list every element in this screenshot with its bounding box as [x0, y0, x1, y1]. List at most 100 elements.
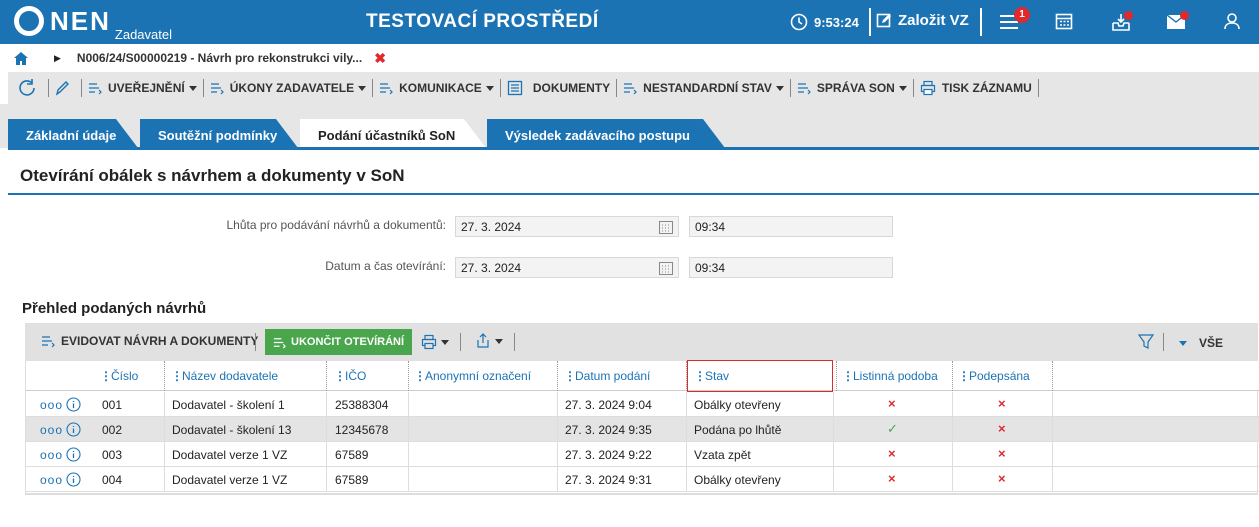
- tab-label: Soutěžní podmínky: [158, 128, 278, 143]
- col-label: IČO: [345, 369, 367, 383]
- calendar-picker-icon[interactable]: [659, 261, 673, 275]
- table-row[interactable]: ooo 003 Dodavatel verze 1 VZ 67589 27. 3…: [26, 442, 1259, 467]
- col-header-ico[interactable]: ⋮IČO: [334, 361, 366, 391]
- cell-divider: [1052, 442, 1053, 467]
- register-submission-button[interactable]: EVIDOVAT NÁVRH A DOKUMENTY: [35, 334, 264, 348]
- edit-button[interactable]: [49, 80, 81, 96]
- section-title: Otevírání obálek s návrhem a dokumenty v…: [20, 166, 405, 185]
- nonstandard-state-menu[interactable]: NESTANDARDNÍ STAV: [617, 81, 790, 95]
- caret-down-icon: [188, 85, 197, 91]
- signed-no-icon: ×: [998, 446, 1006, 461]
- print-record-button[interactable]: TISK ZÁZNAMU: [914, 80, 1038, 96]
- info-icon[interactable]: [66, 422, 81, 437]
- col-header-supplier[interactable]: ⋮Název dodavatele: [171, 361, 278, 391]
- tab-procedure-result[interactable]: Výsledek zadávacího postupu: [487, 119, 725, 148]
- table-row[interactable]: ooo 004 Dodavatel verze 1 VZ 67589 27. 3…: [26, 467, 1259, 492]
- create-vz-button[interactable]: Založit VZ: [876, 12, 969, 29]
- deadline-date-field[interactable]: 27. 3. 2024: [455, 216, 679, 237]
- info-icon[interactable]: [66, 472, 81, 487]
- cell-date: 27. 3. 2024 9:22: [565, 448, 652, 462]
- filter-icon[interactable]: [1138, 334, 1154, 350]
- table-row[interactable]: ooo 001 Dodavatel - školení 1 25388304 2…: [26, 392, 1259, 417]
- col-header-date[interactable]: ⋮Datum podání: [564, 361, 650, 391]
- user-icon[interactable]: [1224, 12, 1240, 30]
- document-icon: [507, 80, 522, 96]
- column-grip-icon[interactable]: ⋮: [334, 369, 346, 383]
- row-more-icon[interactable]: ooo: [40, 392, 63, 417]
- print-menu[interactable]: [421, 334, 449, 350]
- cell-divider: [164, 467, 165, 492]
- column-grip-icon[interactable]: ⋮: [414, 369, 426, 383]
- column-divider: [326, 361, 327, 391]
- communication-menu[interactable]: KOMUNIKACE: [373, 81, 500, 95]
- breadcrumb: ▶ N006/24/S00000219 - Návrh pro rekonstr…: [0, 44, 1259, 72]
- cell-divider: [1052, 417, 1053, 442]
- col-header-paper[interactable]: ⋮Listinná podoba: [842, 361, 938, 391]
- tab-basic-info[interactable]: Základní údaje: [8, 119, 138, 148]
- table-row[interactable]: ooo 002 Dodavatel - školení 13 12345678 …: [26, 417, 1259, 442]
- edit-box-icon: [876, 13, 891, 28]
- tab-competition-terms[interactable]: Soutěžní podmínky: [140, 119, 298, 148]
- caret-down-icon: [1179, 340, 1187, 346]
- finish-opening-button[interactable]: UKONČIT OTEVÍRÁNÍ: [265, 329, 413, 355]
- column-grip-icon[interactable]: ⋮: [100, 369, 112, 383]
- column-grip-icon[interactable]: ⋮: [564, 369, 576, 383]
- cell-number: 002: [102, 423, 123, 437]
- column-grip-icon[interactable]: ⋮: [842, 369, 854, 383]
- col-header-status[interactable]: ⋮Stav: [687, 360, 833, 392]
- toolbar-separator: [1163, 333, 1164, 351]
- cell-status: Vzata zpět: [694, 448, 751, 462]
- calendar-icon[interactable]: [1055, 12, 1073, 30]
- home-icon[interactable]: [14, 51, 28, 65]
- close-icon[interactable]: ✖: [374, 50, 386, 67]
- nen-logo[interactable]: NEN Zadavatel: [14, 6, 172, 42]
- paper-no-icon: ×: [888, 396, 896, 411]
- info-icon[interactable]: [66, 397, 81, 412]
- row-more-icon[interactable]: ooo: [40, 417, 63, 442]
- caret-down-icon: [775, 85, 784, 91]
- finish-label: UKONČIT OTEVÍRÁNÍ: [291, 336, 405, 348]
- cell-divider: [408, 442, 409, 467]
- row-more-icon[interactable]: ooo: [40, 467, 63, 492]
- cell-divider: [833, 467, 834, 492]
- col-header-signed[interactable]: ⋮Podepsána: [958, 361, 1030, 391]
- deadline-time-value: 09:34: [695, 220, 726, 234]
- caret-down-icon: [441, 339, 449, 345]
- actions-menu[interactable]: ÚKONY ZADAVATELE: [204, 81, 372, 95]
- table-toolbar: EVIDOVAT NÁVRH A DOKUMENTY UKONČIT OTEVÍ…: [25, 323, 1258, 361]
- refresh-button[interactable]: [8, 79, 48, 97]
- breadcrumb-path[interactable]: N006/24/S00000219 - Návrh pro rekonstruk…: [77, 51, 362, 65]
- cell-divider: [1052, 392, 1053, 417]
- export-menu[interactable]: [475, 333, 503, 349]
- filter-all-label: VŠE: [1199, 336, 1224, 350]
- col-label: Číslo: [111, 369, 139, 383]
- filter-all-dropdown[interactable]: VŠE: [1179, 336, 1223, 350]
- tab-bar: Základní údaje Soutěžní podmínky Podání …: [0, 104, 1259, 148]
- column-grip-icon[interactable]: ⋮: [171, 369, 183, 383]
- deadline-time-field[interactable]: 09:34: [689, 216, 893, 237]
- inbox-alert-dot: [1124, 11, 1133, 20]
- col-header-anonymous[interactable]: ⋮Anonymní označení: [414, 361, 531, 391]
- calendar-picker-icon[interactable]: [659, 220, 673, 234]
- cell-ico: 25388304: [335, 398, 389, 412]
- col-label: Podepsána: [969, 369, 1030, 383]
- column-grip-icon[interactable]: ⋮: [694, 369, 706, 383]
- column-grip-icon[interactable]: ⋮: [958, 369, 970, 383]
- communication-label: KOMUNIKACE: [399, 81, 482, 95]
- documents-button[interactable]: DOKUMENTY: [501, 80, 616, 96]
- son-admin-menu[interactable]: SPRÁVA SON: [791, 81, 913, 95]
- info-icon[interactable]: [66, 447, 81, 462]
- list-filter-icon: [89, 83, 102, 95]
- list-filter-icon: [624, 83, 638, 95]
- opening-date-field[interactable]: 27. 3. 2024: [455, 257, 679, 278]
- col-label: Anonymní označení: [425, 369, 532, 383]
- publish-menu[interactable]: UVEŘEJNĚNÍ: [82, 81, 203, 95]
- cell-divider: [686, 467, 687, 492]
- row-more-icon[interactable]: ooo: [40, 442, 63, 467]
- col-header-number[interactable]: ⋮Číslo: [100, 361, 138, 391]
- logo-circle-icon: [14, 6, 44, 36]
- toolbar-separator: [1037, 79, 1039, 97]
- tab-submissions[interactable]: Podání účastníků SoN: [300, 119, 486, 148]
- caret-down-icon: [898, 85, 907, 91]
- opening-time-field[interactable]: 09:34: [689, 257, 893, 278]
